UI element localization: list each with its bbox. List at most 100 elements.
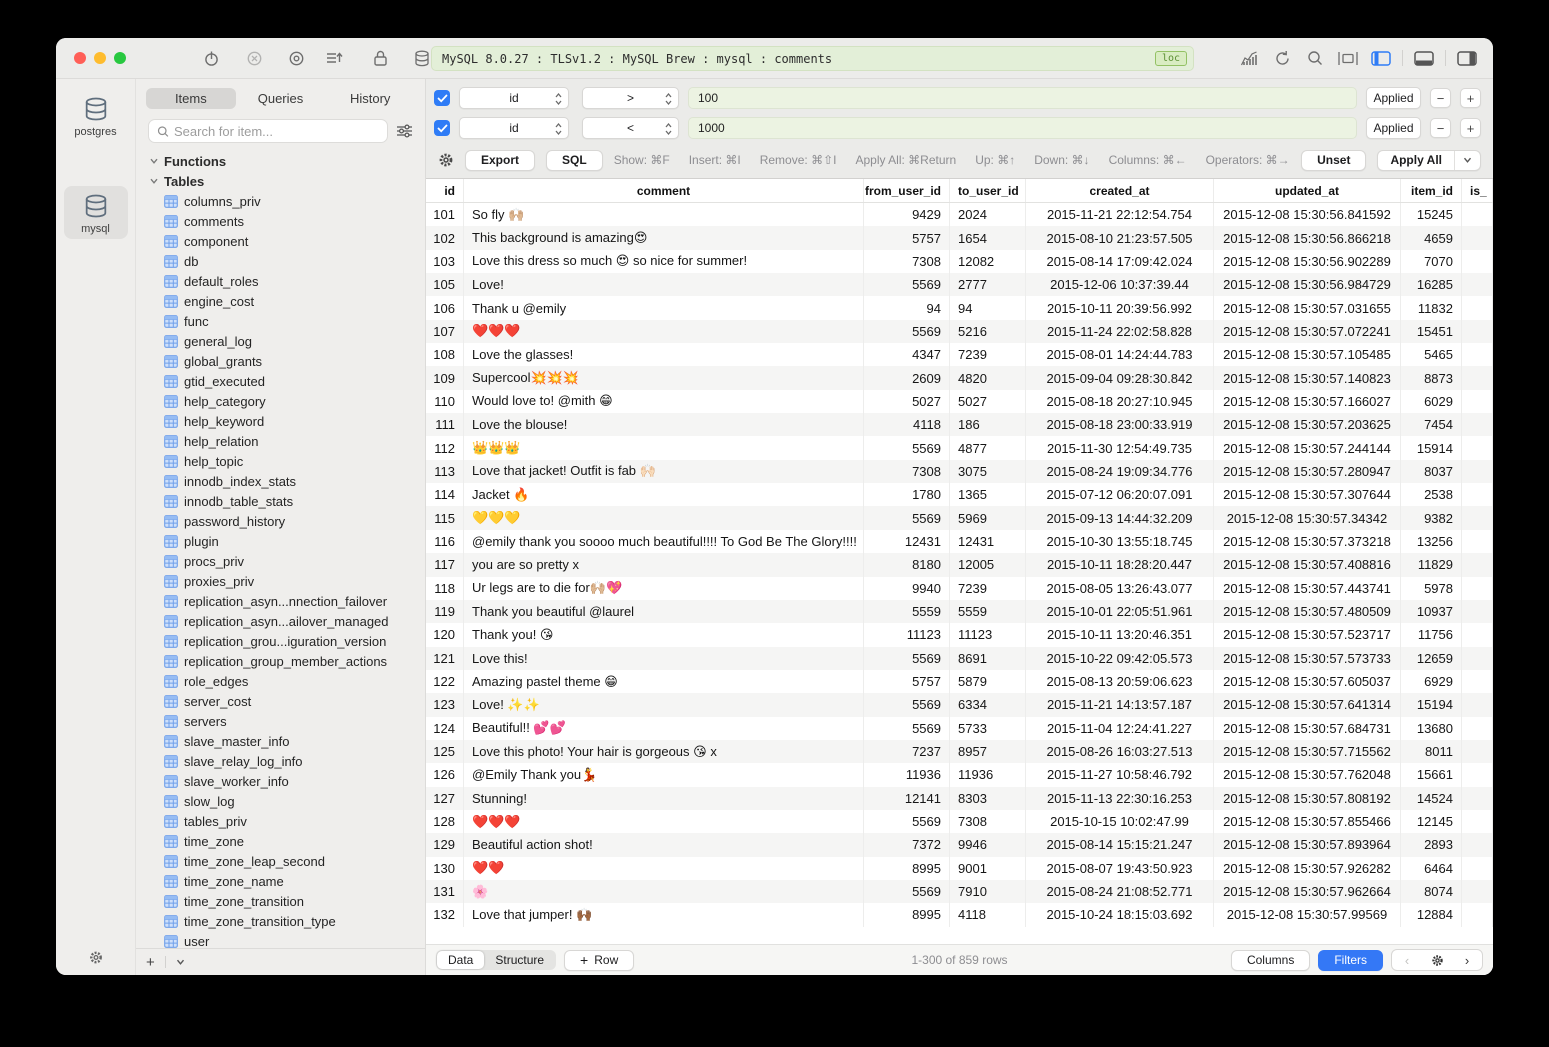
tab-history[interactable]: History [325, 88, 415, 109]
cell-to-user-id[interactable]: 2024 [950, 203, 1026, 226]
cell-updated-at[interactable]: 2015-12-08 15:30:57.34342 [1214, 506, 1401, 529]
cell-item-id[interactable]: 16285 [1401, 273, 1462, 296]
page-settings-gear-icon[interactable] [1422, 950, 1452, 970]
cell-item-id[interactable]: 5978 [1401, 577, 1462, 600]
cell-is[interactable] [1462, 390, 1493, 413]
sidebar-table-item[interactable]: default_roles [136, 271, 425, 291]
cell-updated-at[interactable]: 2015-12-08 15:30:57.605037 [1214, 670, 1401, 693]
cell-from-user-id[interactable]: 12141 [864, 787, 950, 810]
cell-comment[interactable]: Would love to! @mith 😁 [464, 390, 864, 413]
sidebar-table-item[interactable]: comments [136, 211, 425, 231]
cell-item-id[interactable]: 13256 [1401, 530, 1462, 553]
cell-updated-at[interactable]: 2015-12-08 15:30:57.203625 [1214, 413, 1401, 436]
table-row[interactable]: 130 ❤️❤️ 8995 9001 2015-08-07 19:43:50.9… [426, 857, 1493, 880]
cell-item-id[interactable]: 10937 [1401, 600, 1462, 623]
cell-from-user-id[interactable]: 12431 [864, 530, 950, 553]
cell-item-id[interactable]: 12659 [1401, 647, 1462, 670]
sidebar-table-item[interactable]: plugin [136, 531, 425, 551]
cell-is[interactable] [1462, 577, 1493, 600]
cell-is[interactable] [1462, 413, 1493, 436]
table-row[interactable]: 113 Love that jacket! Outfit is fab 🙌🏻 7… [426, 460, 1493, 483]
cell-from-user-id[interactable]: 4118 [864, 413, 950, 436]
table-row[interactable]: 117 you are so pretty x 8180 12005 2015-… [426, 553, 1493, 576]
connect-icon[interactable] [199, 47, 223, 69]
cell-item-id[interactable]: 8873 [1401, 366, 1462, 389]
sidebar-table-item[interactable]: password_history [136, 511, 425, 531]
cell-created-at[interactable]: 2015-10-01 22:05:51.961 [1026, 600, 1214, 623]
cell-to-user-id[interactable]: 7239 [950, 343, 1026, 366]
refresh-icon[interactable] [1270, 47, 1294, 69]
tree-group-functions[interactable]: Functions [136, 151, 425, 171]
cell-id[interactable]: 103 [426, 250, 464, 273]
cell-id[interactable]: 119 [426, 600, 464, 623]
cell-to-user-id[interactable]: 8957 [950, 740, 1026, 763]
cell-created-at[interactable]: 2015-08-10 21:23:57.505 [1026, 226, 1214, 249]
cell-created-at[interactable]: 2015-08-07 19:43:50.923 [1026, 857, 1214, 880]
cell-created-at[interactable]: 2015-07-12 06:20:07.091 [1026, 483, 1214, 506]
cell-id[interactable]: 111 [426, 413, 464, 436]
sidebar-table-item[interactable]: func [136, 311, 425, 331]
item-search-field[interactable] [148, 119, 388, 143]
cell-id[interactable]: 124 [426, 717, 464, 740]
cell-created-at[interactable]: 2015-08-13 20:59:06.623 [1026, 670, 1214, 693]
cell-to-user-id[interactable]: 4877 [950, 436, 1026, 459]
cell-to-user-id[interactable]: 4820 [950, 366, 1026, 389]
cell-updated-at[interactable]: 2015-12-08 15:30:57.373218 [1214, 530, 1401, 553]
cell-updated-at[interactable]: 2015-12-08 15:30:57.523717 [1214, 623, 1401, 646]
cell-to-user-id[interactable]: 12431 [950, 530, 1026, 553]
cell-updated-at[interactable]: 2015-12-08 15:30:57.962664 [1214, 880, 1401, 903]
cell-created-at[interactable]: 2015-11-21 14:13:57.187 [1026, 693, 1214, 716]
cell-is[interactable] [1462, 553, 1493, 576]
cell-from-user-id[interactable]: 5027 [864, 390, 950, 413]
cell-is[interactable] [1462, 203, 1493, 226]
cell-created-at[interactable]: 2015-10-11 18:28:20.447 [1026, 553, 1214, 576]
cell-to-user-id[interactable]: 5027 [950, 390, 1026, 413]
table-row[interactable]: 112 👑👑👑 5569 4877 2015-11-30 12:54:49.73… [426, 436, 1493, 459]
cell-created-at[interactable]: 2015-08-26 16:03:27.513 [1026, 740, 1214, 763]
cell-updated-at[interactable]: 2015-12-08 15:30:57.99569 [1214, 903, 1401, 926]
sidebar-table-item[interactable]: general_log [136, 331, 425, 351]
cell-created-at[interactable]: 2015-10-15 10:02:47.99 [1026, 810, 1214, 833]
cell-id[interactable]: 107 [426, 320, 464, 343]
cell-to-user-id[interactable]: 4118 [950, 903, 1026, 926]
cell-created-at[interactable]: 2015-11-04 12:24:41.227 [1026, 717, 1214, 740]
cell-from-user-id[interactable]: 9429 [864, 203, 950, 226]
cell-created-at[interactable]: 2015-10-24 18:15:03.692 [1026, 903, 1214, 926]
cell-comment[interactable]: Thank you! 😘 [464, 623, 864, 646]
cell-from-user-id[interactable]: 8995 [864, 903, 950, 926]
cell-comment[interactable]: ❤️❤️ [464, 857, 864, 880]
cell-comment[interactable]: ❤️❤️❤️ [464, 810, 864, 833]
cell-comment[interactable]: Thank u @emily [464, 296, 864, 319]
cell-id[interactable]: 130 [426, 857, 464, 880]
column-header-is[interactable]: is_ [1462, 179, 1493, 202]
filter-enabled-checkbox[interactable] [434, 120, 450, 136]
cell-created-at[interactable]: 2015-10-22 09:42:05.573 [1026, 647, 1214, 670]
table-row[interactable]: 118 Ur legs are to die for🙌🏼💖 9940 7239 … [426, 577, 1493, 600]
cell-id[interactable]: 129 [426, 833, 464, 856]
cell-item-id[interactable]: 11756 [1401, 623, 1462, 646]
sidebar-table-item[interactable]: time_zone_transition_type [136, 911, 425, 931]
cell-comment[interactable]: So fly 🙌🏼 [464, 203, 864, 226]
cell-from-user-id[interactable]: 7308 [864, 460, 950, 483]
cell-to-user-id[interactable]: 5969 [950, 506, 1026, 529]
cell-to-user-id[interactable]: 8303 [950, 787, 1026, 810]
disconnect-icon[interactable] [242, 47, 266, 69]
cell-is[interactable] [1462, 366, 1493, 389]
cell-item-id[interactable]: 8074 [1401, 880, 1462, 903]
sidebar-table-item[interactable]: slave_relay_log_info [136, 751, 425, 771]
cell-id[interactable]: 123 [426, 693, 464, 716]
export-button[interactable]: Export [465, 150, 535, 171]
table-row[interactable]: 107 ❤️❤️❤️ 5569 5216 2015-11-24 22:02:58… [426, 320, 1493, 343]
cell-comment[interactable]: ❤️❤️❤️ [464, 320, 864, 343]
cell-to-user-id[interactable]: 8691 [950, 647, 1026, 670]
cell-created-at[interactable]: 2015-08-14 15:15:21.247 [1026, 833, 1214, 856]
cell-item-id[interactable]: 2893 [1401, 833, 1462, 856]
search-input[interactable] [174, 124, 379, 139]
column-header-item-id[interactable]: item_id [1401, 179, 1462, 202]
cell-updated-at[interactable]: 2015-12-08 15:30:57.808192 [1214, 787, 1401, 810]
filter-applied-button[interactable]: Applied [1366, 87, 1421, 109]
cell-created-at[interactable]: 2015-11-13 22:30:16.253 [1026, 787, 1214, 810]
cell-from-user-id[interactable]: 5559 [864, 600, 950, 623]
cell-to-user-id[interactable]: 94 [950, 296, 1026, 319]
cell-to-user-id[interactable]: 12082 [950, 250, 1026, 273]
